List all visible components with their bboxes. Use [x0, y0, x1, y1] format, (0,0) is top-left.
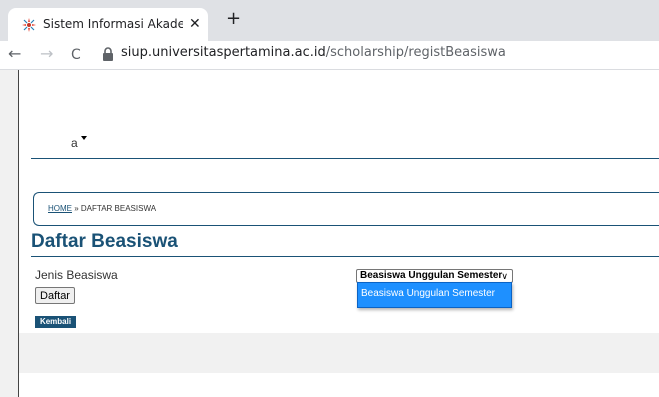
url-domain: siup.universitaspertamina.ac.id [121, 45, 326, 60]
browser-tab[interactable]: Sistem Informasi Akademik - Reg ✕ [8, 8, 208, 41]
breadcrumb-current: DAFTAR BEASISWA [80, 204, 157, 213]
tab-title: Sistem Informasi Akademik - Reg [43, 17, 183, 31]
address-bar[interactable]: siup.universitaspertamina.ac.id/scholars… [121, 45, 506, 60]
reload-icon[interactable]: C [71, 45, 81, 65]
footer-band [19, 333, 659, 373]
breadcrumb-separator: » [72, 204, 81, 213]
header-divider [31, 158, 659, 159]
forward-arrow-icon[interactable]: → [40, 44, 53, 64]
jenis-beasiswa-select[interactable]: Beasiswa Unggulan Semester ∨ [356, 269, 513, 283]
title-divider [31, 256, 659, 257]
breadcrumb-home-link[interactable]: HOME [48, 204, 72, 213]
url-path: /scholarship/registBeasiswa [325, 45, 506, 60]
new-tab-icon[interactable]: + [226, 9, 241, 29]
chevron-down-icon: ∨ [501, 271, 508, 281]
browser-toolbar: ← → C siup.universitaspertamina.ac.id/sc… [0, 41, 659, 70]
user-menu-label[interactable]: a [71, 136, 78, 150]
tab-close-icon[interactable]: ✕ [189, 15, 201, 33]
breadcrumb: HOME » DAFTAR BEASISWA [48, 204, 156, 213]
site-favicon-icon [22, 18, 36, 32]
jenis-beasiswa-label: Jenis Beasiswa [35, 268, 118, 282]
page-title: Daftar Beasiswa [31, 231, 178, 252]
kembali-button[interactable]: Kembali [35, 316, 76, 328]
breadcrumb-box: HOME » DAFTAR BEASISWA [33, 192, 659, 226]
browser-tabstrip: Sistem Informasi Akademik - Reg ✕ + [0, 0, 659, 41]
page-content: a HOME » DAFTAR BEASISWA Daftar Beasiswa… [18, 70, 659, 397]
jenis-beasiswa-dropdown[interactable]: Beasiswa Unggulan Semester [357, 282, 512, 308]
back-arrow-icon[interactable]: ← [8, 44, 21, 64]
lock-icon[interactable] [102, 47, 114, 61]
user-menu-caret-icon[interactable] [81, 136, 87, 140]
daftar-button[interactable]: Daftar [35, 287, 75, 304]
dropdown-option[interactable]: Beasiswa Unggulan Semester [361, 288, 495, 299]
select-value: Beasiswa Unggulan Semester [360, 270, 503, 281]
